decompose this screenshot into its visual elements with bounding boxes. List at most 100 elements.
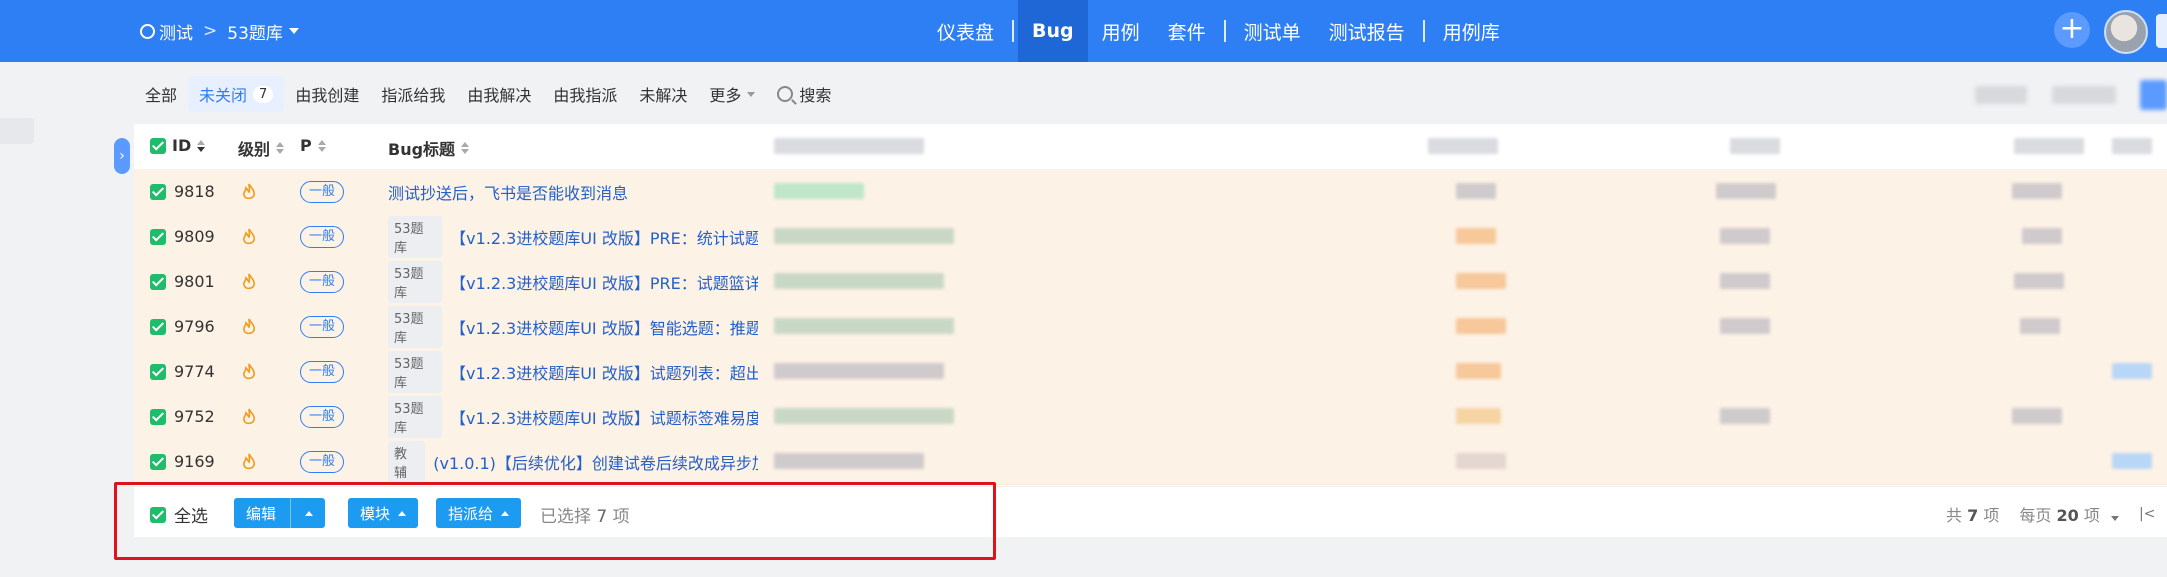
blurred-cell <box>774 183 864 199</box>
table-row[interactable]: 9752 一般 53题库 【v1.2.3进校题库UI 改版】试题标签难易度 <box>134 394 2167 440</box>
nav-testreport[interactable]: 测试报告 <box>1315 0 1419 62</box>
batch-action-bar: 全选 编辑 模块 指派给 已选择 7 项 共 7 项 每页 20 项 |< <box>134 486 2167 537</box>
toolbar-action-blurred[interactable] <box>2140 80 2167 110</box>
bug-table: ID 级别 P Bug标题 9818 一般 测试抄送后，飞书是否能收到消息 98… <box>134 124 2167 486</box>
toolbar-action-blurred[interactable] <box>1975 86 2027 104</box>
row-checkbox[interactable] <box>150 183 166 200</box>
count-badge: 7 <box>253 85 274 103</box>
bug-id: 9169 <box>174 452 215 471</box>
selected-count-text: 已选择 7 项 <box>540 507 630 527</box>
col-severity[interactable]: 级别 <box>238 136 285 160</box>
batch-assign-label: 指派给 <box>448 504 494 523</box>
search-icon <box>140 23 155 39</box>
filter-more[interactable]: 更多 <box>698 76 766 112</box>
pager: 共 7 项 每页 20 项 |< <box>1946 502 2155 526</box>
chevron-up-icon <box>305 510 314 516</box>
project-switcher[interactable]: 测试 <box>140 19 193 44</box>
severity-flame-icon <box>242 408 256 426</box>
filter-all[interactable]: 全部 <box>134 76 188 112</box>
row-checkbox[interactable] <box>150 228 166 245</box>
blurred-header <box>1730 138 1780 154</box>
row-checkbox[interactable] <box>150 363 166 380</box>
filter-unclosed[interactable]: 未关闭 7 <box>188 76 285 112</box>
blurred-header <box>2014 138 2084 154</box>
filter-assigned-to-me[interactable]: 指派给我 <box>370 76 456 112</box>
product-switcher[interactable]: 53题库 <box>227 19 299 44</box>
nav-caselib[interactable]: 用例库 <box>1429 0 1514 62</box>
sort-icon <box>276 142 285 154</box>
col-id-label: ID <box>172 136 192 155</box>
bug-id: 9774 <box>174 362 215 381</box>
product-name: 53题库 <box>227 23 283 44</box>
bug-title-link[interactable]: 【v1.2.3进校题库UI 改版】试题标签难易度 <box>450 405 758 429</box>
header-checkbox[interactable] <box>150 137 166 154</box>
filter-created-by-me[interactable]: 由我创建 <box>284 76 370 112</box>
table-row[interactable]: 9169 一般 教辅 (v1.0.1)【后续优化】创建试卷后续改成异步加 <box>134 439 2167 485</box>
blurred-cell <box>1720 228 1770 244</box>
avatar[interactable] <box>2104 10 2148 54</box>
breadcrumb: 测试 > 53题库 <box>140 18 299 44</box>
nav-dashboard[interactable]: 仪表盘 <box>923 0 1008 62</box>
bug-title-link[interactable]: 【v1.2.3进校题库UI 改版】PRE：统计试题 <box>450 225 758 249</box>
nav-bug[interactable]: Bug <box>1018 0 1088 62</box>
table-row[interactable]: 9796 一般 53题库 【v1.2.3进校题库UI 改版】智能选题：推题 <box>134 304 2167 350</box>
blurred-header <box>774 138 924 154</box>
batch-assign-button[interactable]: 指派给 <box>436 498 522 528</box>
table-row[interactable]: 9809 一般 53题库 【v1.2.3进校题库UI 改版】PRE：统计试题 <box>134 214 2167 260</box>
user-menu-edge[interactable] <box>2156 14 2167 48</box>
product-tag: 53题库 <box>388 215 443 258</box>
nav-testtask[interactable]: 测试单 <box>1230 0 1315 62</box>
table-row[interactable]: 9774 一般 53题库 【v1.2.3进校题库UI 改版】试题列表：超出 <box>134 349 2167 395</box>
blurred-cell <box>1456 183 1496 199</box>
toolbar-action-blurred[interactable] <box>2052 86 2116 104</box>
bug-title-link[interactable]: 【v1.2.3进校题库UI 改版】智能选题：推题 <box>450 315 758 339</box>
blurred-cell <box>1456 273 1506 289</box>
project-name: 测试 <box>159 23 193 44</box>
severity-flame-icon <box>242 228 256 246</box>
first-page-icon[interactable]: |< <box>2139 506 2155 522</box>
row-checkbox[interactable] <box>150 273 166 290</box>
col-priority[interactable]: P <box>300 136 326 155</box>
page-size-select[interactable]: 每页 20 项 <box>2019 502 2119 526</box>
bug-title-link[interactable]: 【v1.2.3进校题库UI 改版】试题列表：超出 <box>450 360 758 384</box>
bug-title-link[interactable]: 【v1.2.3进校题库UI 改版】PRE：试题篮详 <box>450 270 758 294</box>
blurred-cell <box>2112 363 2152 379</box>
filter-resolved-by-me[interactable]: 由我解决 <box>456 76 542 112</box>
sort-icon <box>197 139 206 152</box>
select-all-check-icon <box>150 506 166 523</box>
priority-badge: 一般 <box>300 450 345 473</box>
row-checkbox[interactable] <box>150 408 166 425</box>
select-all-checkbox[interactable]: 全选 <box>150 502 208 527</box>
blurred-cell <box>774 318 954 334</box>
search-icon <box>777 86 794 102</box>
main-nav: 仪表盘 Bug 用例 套件 测试单 测试报告 用例库 <box>923 0 1514 62</box>
search-toggle[interactable]: 搜索 <box>766 76 842 112</box>
bug-id: 9818 <box>174 182 215 201</box>
bug-title-link[interactable]: (v1.0.1)【后续优化】创建试卷后续改成异步加 <box>433 450 758 474</box>
table-row[interactable]: 9801 一般 53题库 【v1.2.3进校题库UI 改版】PRE：试题篮详 <box>134 259 2167 305</box>
row-checkbox[interactable] <box>150 453 166 470</box>
batch-edit-button[interactable]: 编辑 <box>234 498 326 528</box>
blurred-cell <box>2014 273 2064 289</box>
blurred-cell <box>774 453 924 469</box>
chevron-down-icon <box>288 28 299 34</box>
bug-id: 9796 <box>174 317 215 336</box>
nav-suite[interactable]: 套件 <box>1154 0 1220 62</box>
blurred-cell <box>2022 228 2062 244</box>
nav-case[interactable]: 用例 <box>1088 0 1154 62</box>
product-tag: 教辅 <box>388 440 426 483</box>
row-checkbox[interactable] <box>150 318 166 335</box>
filter-assigned-by-me[interactable]: 由我指派 <box>542 76 628 112</box>
table-row[interactable]: 9818 一般 测试抄送后，飞书是否能收到消息 <box>134 169 2167 215</box>
sidebar-collapsed-tab[interactable] <box>0 118 34 144</box>
batch-module-button[interactable]: 模块 <box>348 498 419 528</box>
expand-sidebar-icon[interactable]: › <box>114 138 130 174</box>
bug-title-link[interactable]: 测试抄送后，飞书是否能收到消息 <box>388 180 628 204</box>
filter-unresolved[interactable]: 未解决 <box>628 76 698 112</box>
col-title[interactable]: Bug标题 <box>388 136 470 160</box>
priority-badge: 一般 <box>300 360 345 383</box>
batch-edit-dropdown[interactable] <box>290 498 314 528</box>
sort-icon <box>461 142 470 154</box>
create-button[interactable]: + <box>2054 12 2090 48</box>
col-id[interactable]: ID <box>150 136 206 155</box>
